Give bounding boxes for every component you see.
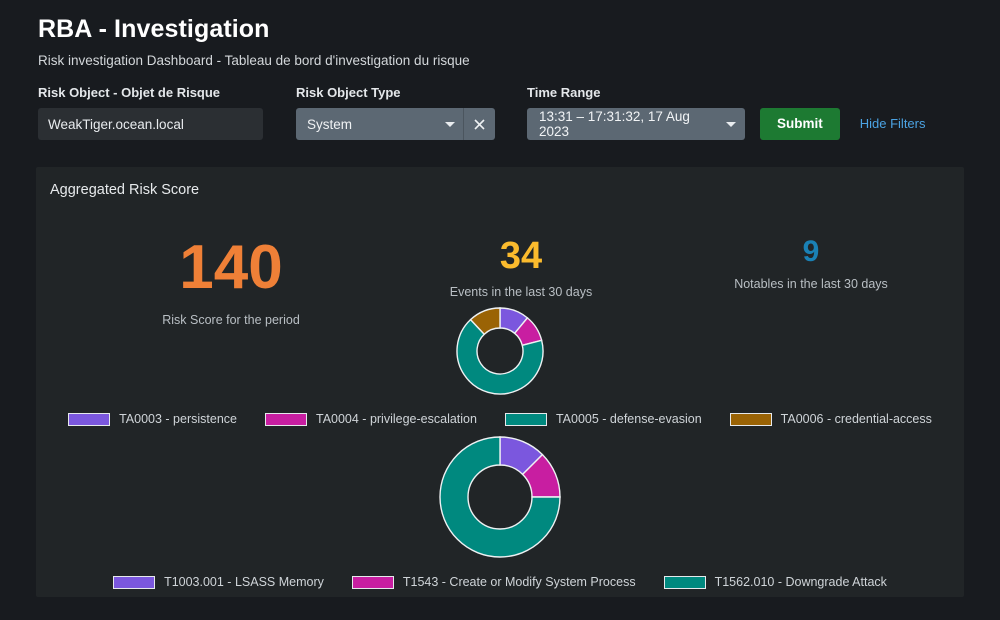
legend-item[interactable]: T1543 - Create or Modify System Process [351,575,636,590]
legend-item[interactable]: TA0005 - defense-evasion [504,412,702,427]
submit-button[interactable]: Submit [760,108,840,140]
risk-object-type-control: System [296,108,495,140]
legend-swatch [663,576,706,589]
dashboard-header: RBA - Investigation Risk investigation D… [0,0,1000,69]
metrics-row: 140 Risk Score for the period 34 Events … [36,199,964,328]
metric-caption: Notables in the last 30 days [734,277,888,291]
legend-label: T1562.010 - Downgrade Attack [714,575,887,589]
legend-item[interactable]: T1562.010 - Downgrade Attack [663,575,887,590]
donut-1 [437,434,563,565]
risk-object-label: Risk Object - Objet de Risque [38,85,221,100]
legend-item[interactable]: T1003.001 - LSASS Memory [113,575,324,590]
chevron-down-icon [726,121,736,127]
legend-label: TA0004 - privilege-escalation [315,412,477,426]
legend-label: TA0006 - credential-access [780,412,932,426]
panel-title: Aggregated Risk Score [50,182,200,198]
time-range-picker[interactable]: 13:31 – 17:31:32, 17 Aug 2023 [527,108,745,140]
legend-swatch [351,576,394,589]
risk-object-type-select[interactable]: System [296,108,463,140]
risk-object-type-field: Risk Object Type System [296,85,495,140]
dashboard-page: RBA - Investigation Risk investigation D… [0,0,1000,620]
legend-swatch [264,413,307,426]
techniques-donut-chart: T1003.001 - LSASS Memory T1543 - Create o… [36,434,964,590]
legend-0: TA0003 - persistence TA0004 - privilege-e… [54,412,946,427]
donut-svg [456,307,544,395]
legend-label: TA0005 - defense-evasion [555,412,702,426]
time-range-field: Time Range 13:31 – 17:31:32, 17 Aug 2023 [527,85,745,140]
risk-object-input[interactable] [38,108,263,140]
donut-0 [454,305,546,402]
metric-value: 140 [179,233,283,302]
time-range-value: 13:31 – 17:31:32, 17 Aug 2023 [539,109,690,139]
aggregated-risk-score-panel: Aggregated Risk Score 140 Risk Score for… [36,167,964,597]
filter-bar: Risk Object - Objet de Risque Risk Objec… [0,85,1000,140]
risk-object-type-label: Risk Object Type [296,85,401,100]
donut-svg [439,436,561,558]
metric-caption: Events in the last 30 days [449,285,593,299]
hide-filters-link[interactable]: Hide Filters [860,116,926,140]
metric-events: 34 Events in the last 30 days [366,237,676,300]
chevron-down-icon [445,121,455,127]
time-range-label: Time Range [527,85,601,100]
close-icon [474,118,485,130]
metric-notables: 9 Notables in the last 30 days [676,237,946,292]
legend-item[interactable]: TA0003 - persistence [68,412,237,427]
metric-value: 34 [499,235,543,277]
risk-object-field: Risk Object - Objet de Risque [38,85,263,140]
legend-item[interactable]: TA0006 - credential-access [729,412,932,427]
legend-label: TA0003 - persistence [119,412,237,426]
legend-label: T1003.001 - LSASS Memory [164,575,324,589]
page-title: RBA - Investigation [38,15,270,43]
legend-swatch [729,413,772,426]
page-subtitle: Risk investigation Dashboard - Tableau d… [38,53,470,68]
legend-swatch [113,576,156,589]
legend-label: T1543 - Create or Modify System Process [402,575,636,589]
legend-swatch [504,413,547,426]
legend-item[interactable]: TA0004 - privilege-escalation [264,412,477,427]
legend-swatch [68,413,111,426]
legend-1: T1003.001 - LSASS Memory T1543 - Create o… [99,575,901,590]
tactics-donut-chart: TA0003 - persistence TA0004 - privilege-e… [36,305,964,427]
risk-object-type-value: System [307,116,353,132]
clear-risk-object-type-button[interactable] [463,108,495,140]
metric-value: 9 [802,235,820,268]
